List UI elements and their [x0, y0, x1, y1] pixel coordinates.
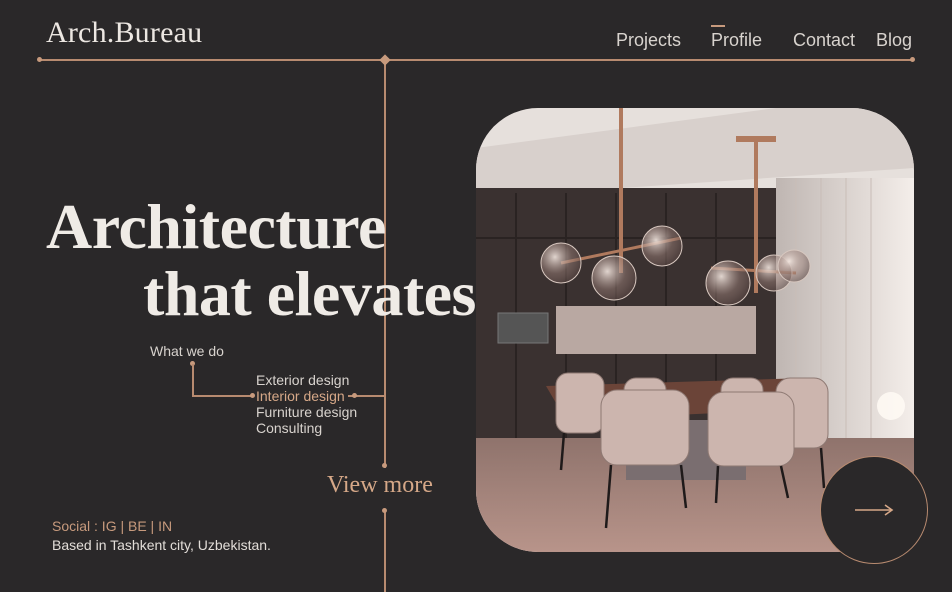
- services-heading: What we do: [150, 343, 224, 359]
- divider-dot-left: [37, 57, 42, 62]
- hero-headline-line1: Architecture: [46, 191, 386, 262]
- brand-logo[interactable]: Arch.Bureau: [46, 16, 202, 50]
- next-button[interactable]: [820, 456, 928, 564]
- services-list: Exterior design Interior design Furnitur…: [256, 372, 357, 436]
- nav-item-profile[interactable]: Profile: [711, 25, 762, 51]
- arrow-right-icon: [855, 504, 894, 516]
- view-more-link[interactable]: View more: [327, 472, 433, 499]
- divider-diamond: [379, 54, 391, 66]
- services-connector-vertical: [192, 364, 194, 396]
- services-dot-mid: [250, 393, 255, 398]
- service-item-exterior[interactable]: Exterior design: [256, 372, 357, 388]
- nav-item-blog[interactable]: Blog: [876, 30, 912, 51]
- hero-headline-line2: that elevates: [143, 258, 476, 329]
- services-connector-horizontal: [192, 395, 254, 397]
- location-text: Based in Tashkent city, Uzbekistan.: [52, 537, 271, 553]
- guide-dot-upper: [382, 463, 387, 468]
- header-divider: [39, 59, 913, 61]
- divider-dot-right: [910, 57, 915, 62]
- guide-dot-lower: [382, 508, 387, 513]
- nav-item-contact[interactable]: Contact: [793, 30, 855, 51]
- nav-item-projects[interactable]: Projects: [616, 30, 681, 51]
- service-item-consulting[interactable]: Consulting: [256, 420, 357, 436]
- service-item-furniture[interactable]: Furniture design: [256, 404, 357, 420]
- social-links[interactable]: Social : IG | BE | IN: [52, 518, 172, 534]
- service-item-interior[interactable]: Interior design: [256, 388, 357, 404]
